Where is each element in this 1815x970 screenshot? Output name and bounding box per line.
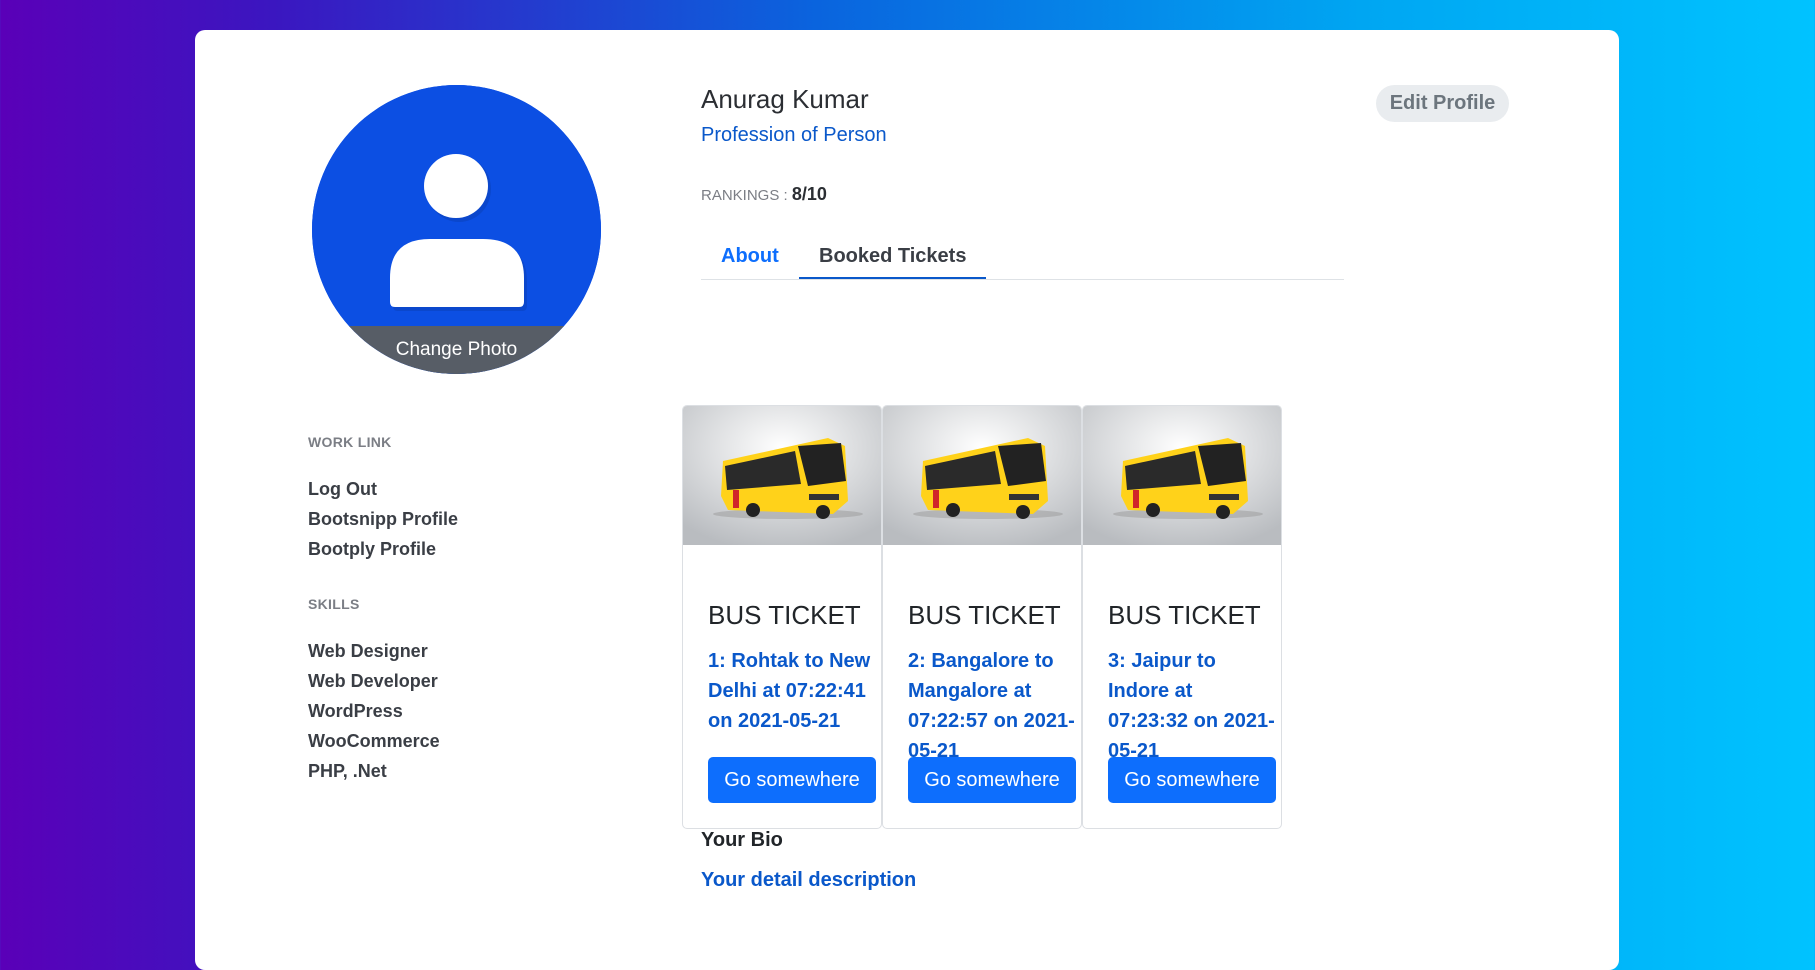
change-photo-button[interactable]: Change Photo	[312, 326, 601, 374]
bootply-profile-link[interactable]: Bootply Profile	[308, 534, 458, 564]
ticket-card: BUS TICKET 2: Bangalore to Mangalore at …	[882, 405, 1082, 829]
bus-image	[1083, 406, 1281, 545]
ticket-description: 1: Rohtak to New Delhi at 07:22:41 on 20…	[708, 650, 871, 732]
work-link-heading: WORK LINK	[308, 434, 392, 450]
skill-item[interactable]: Web Designer	[308, 636, 440, 666]
ticket-description: 2: Bangalore to Mangalore at 07:22:57 on…	[908, 650, 1075, 762]
profile-profession: Profession of Person	[701, 124, 887, 146]
bootsnipp-profile-link[interactable]: Bootsnipp Profile	[308, 504, 458, 534]
ticket-description: 3: Jaipur to Indore at 07:23:32 on 2021-…	[1108, 650, 1275, 762]
bus-image	[683, 406, 881, 545]
skill-item[interactable]: WordPress	[308, 696, 440, 726]
skill-item[interactable]: PHP, .Net	[308, 756, 440, 786]
ticket-card: BUS TICKET 3: Jaipur to Indore at 07:23:…	[1082, 405, 1282, 829]
profile-card: Change Photo WORK LINK Log Out Bootsnipp…	[195, 30, 1619, 970]
bio-description: Your detail description	[701, 869, 917, 891]
ticket-title: BUS TICKET	[908, 600, 1061, 630]
go-somewhere-button[interactable]: Go somewhere	[708, 757, 876, 803]
skill-item[interactable]: WooCommerce	[308, 726, 440, 756]
log-out-link[interactable]: Log Out	[308, 474, 458, 504]
profile-name: Anurag Kumar	[701, 84, 869, 114]
skill-item[interactable]: Web Developer	[308, 666, 440, 696]
ticket-card: BUS TICKET 1: Rohtak to New Delhi at 07:…	[682, 405, 882, 829]
skills-section: SKILLS Web Designer Web Developer WordPr…	[308, 596, 440, 786]
skills-heading: SKILLS	[308, 596, 360, 612]
avatar[interactable]: Change Photo	[312, 85, 601, 374]
bio-title: Your Bio	[701, 829, 783, 851]
bus-image	[883, 406, 1081, 545]
rankings-value: 8/10	[791, 184, 827, 204]
ticket-title: BUS TICKET	[1108, 600, 1261, 630]
edit-profile-button[interactable]: Edit Profile	[1376, 85, 1509, 122]
rankings-label: RANKINGS :	[701, 187, 788, 204]
tab-booked-tickets[interactable]: Booked Tickets	[799, 234, 987, 279]
tab-about[interactable]: About	[721, 234, 779, 278]
profile-tabs: About Booked Tickets	[701, 234, 1344, 280]
rankings: RANKINGS : 8/10	[701, 184, 827, 205]
ticket-title: BUS TICKET	[708, 600, 861, 630]
work-link-section: WORK LINK Log Out Bootsnipp Profile Boot…	[308, 434, 458, 564]
go-somewhere-button[interactable]: Go somewhere	[908, 757, 1076, 803]
go-somewhere-button[interactable]: Go somewhere	[1108, 757, 1276, 803]
